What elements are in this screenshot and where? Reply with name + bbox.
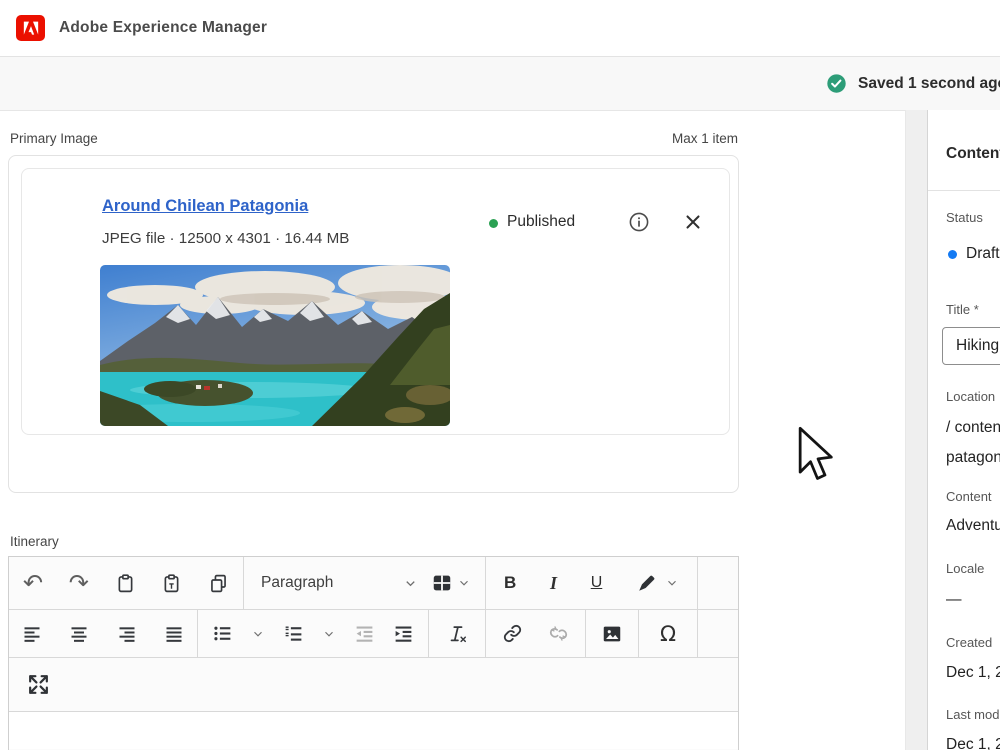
fullscreen-icon[interactable]: [26, 672, 51, 697]
check-circle-icon: [827, 74, 846, 93]
required-marker: *: [973, 302, 979, 317]
panel-divider: [928, 190, 1000, 191]
bold-button[interactable]: B: [504, 573, 516, 593]
asset-title-link[interactable]: Around Chilean Patagonia: [102, 197, 308, 216]
primary-image-heading: Primary Image: [10, 131, 98, 146]
italic-button[interactable]: I: [550, 573, 557, 594]
published-status-dot: [489, 219, 498, 228]
copy-icon[interactable]: [208, 573, 229, 594]
undo-icon[interactable]: ↶: [23, 571, 43, 595]
paste-as-text-icon[interactable]: [161, 573, 182, 594]
status-field-label: Status: [946, 210, 983, 225]
text-format-group: B I U: [486, 557, 698, 609]
link-icon[interactable]: [502, 623, 523, 644]
title-input[interactable]: [942, 327, 1000, 365]
max-items-label: Max 1 item: [672, 131, 739, 146]
content-field-label: Content: [946, 489, 992, 504]
special-char-group: Ω: [639, 610, 698, 657]
modified-field-label: Last modified: [946, 707, 1000, 722]
modified-field-value: Dec 1, 2: [946, 736, 1000, 750]
tab-content[interactable]: Content: [946, 145, 1000, 163]
title-field-label: Title *: [946, 302, 979, 317]
location-field-label: Location: [946, 389, 996, 404]
asset-item: Around Chilean Patagonia JPEG file · 125…: [21, 168, 730, 435]
properties-panel: Content Status Draft Title * Location / …: [927, 110, 1000, 750]
outdent-icon[interactable]: [354, 623, 375, 644]
paragraph-table-group: Paragraph: [244, 557, 486, 609]
special-character-button[interactable]: Ω: [660, 622, 676, 646]
mouse-pointer-cursor: [798, 426, 833, 480]
history-clipboard-group: ↶ ↷: [9, 557, 244, 609]
clear-format-group: [429, 610, 486, 657]
app-title: Adobe Experience Manager: [59, 19, 268, 36]
location-value-line1: / content: [946, 419, 1000, 436]
created-field-label: Created: [946, 635, 993, 650]
align-justify-icon[interactable]: [164, 624, 184, 644]
asset-meta: JPEG file · 12500 x 4301 · 16.44 MB: [102, 230, 350, 247]
close-icon[interactable]: [682, 211, 704, 233]
locale-field-value: —: [946, 591, 962, 608]
published-status-label: Published: [507, 213, 576, 230]
chevron-down-icon[interactable]: [457, 576, 471, 590]
toolbar-row-1: ↶ ↷ Paragraph B I U: [9, 557, 738, 610]
asset-thumbnail[interactable]: [100, 265, 450, 426]
app-bar: Adobe Experience Manager: [0, 0, 1000, 57]
panel-gap: [905, 110, 928, 750]
chevron-down-icon[interactable]: [403, 576, 418, 591]
itinerary-heading: Itinerary: [10, 534, 59, 549]
paste-icon[interactable]: [115, 573, 136, 594]
chevron-down-icon[interactable]: [322, 627, 336, 641]
table-icon[interactable]: [431, 572, 453, 594]
created-field-value: Dec 1, 2: [946, 664, 1000, 681]
editor-text-area[interactable]: [9, 712, 738, 749]
primary-image-card: Around Chilean Patagonia JPEG file · 125…: [8, 155, 739, 630]
redo-icon[interactable]: ↷: [69, 571, 89, 595]
chevron-down-icon[interactable]: [665, 576, 679, 590]
status-field-value: Draft: [966, 245, 1000, 262]
paragraph-dropdown[interactable]: Paragraph: [261, 574, 333, 592]
indent-icon[interactable]: [393, 623, 414, 644]
draft-status-dot: [948, 250, 957, 259]
info-icon[interactable]: [627, 210, 651, 234]
align-center-icon[interactable]: [69, 624, 89, 644]
align-group: [9, 610, 198, 657]
align-left-icon[interactable]: [22, 624, 42, 644]
locale-field-label: Locale: [946, 561, 985, 576]
rich-text-editor: ↶ ↷ Paragraph B I U Ω: [8, 556, 739, 750]
adobe-logo-icon[interactable]: [16, 15, 45, 41]
link-group: [486, 610, 586, 657]
image-icon[interactable]: [601, 623, 623, 645]
highlight-pen-icon[interactable]: [636, 572, 679, 594]
unlink-icon[interactable]: [548, 623, 569, 644]
bullet-list-icon[interactable]: [212, 623, 233, 644]
image-group: [586, 610, 639, 657]
content-field-value: Adventure: [946, 517, 1000, 534]
action-bar: Saved 1 second ago: [0, 57, 1000, 111]
toolbar-row-3: [9, 658, 738, 712]
aem-window: Adobe Experience Manager Saved 1 second …: [0, 0, 1000, 750]
list-indent-group: [198, 610, 429, 657]
save-status-text: Saved 1 second ago: [858, 74, 1000, 92]
chevron-down-icon[interactable]: [251, 627, 265, 641]
save-status: Saved 1 second ago: [826, 57, 1000, 110]
align-right-icon[interactable]: [117, 624, 137, 644]
toolbar-row-2: Ω: [9, 610, 738, 658]
numbered-list-icon[interactable]: [283, 623, 304, 644]
clear-formatting-icon[interactable]: [446, 623, 468, 645]
location-value-line2: patagonia: [946, 449, 1000, 466]
underline-button[interactable]: U: [591, 574, 603, 592]
